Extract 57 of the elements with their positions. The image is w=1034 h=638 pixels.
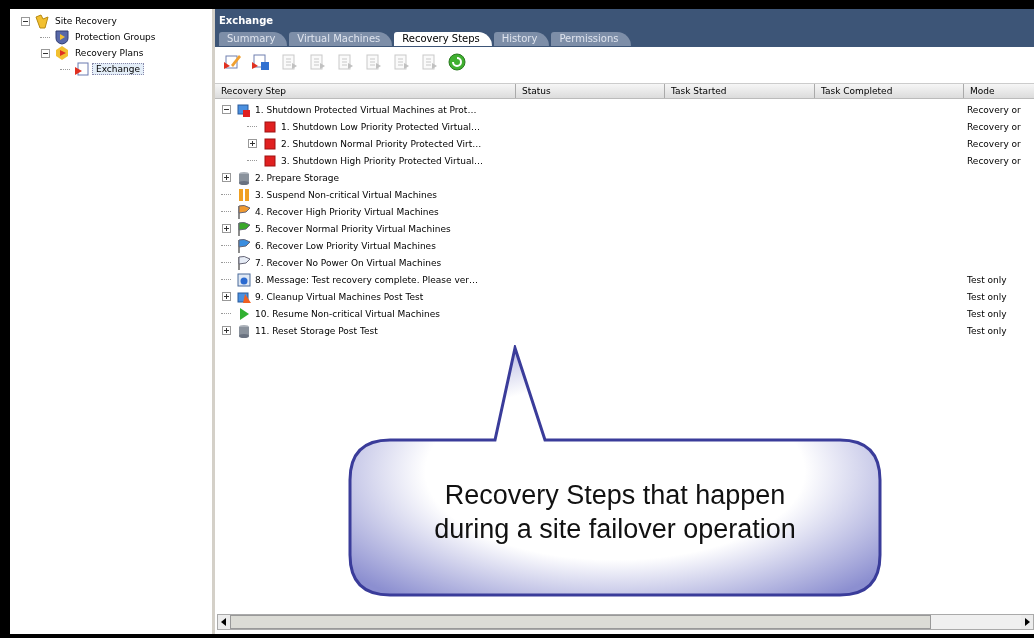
collapse-icon[interactable] (40, 48, 50, 58)
horizontal-scrollbar[interactable] (217, 614, 1034, 630)
table-cell: Recovery or (967, 138, 1021, 149)
step-label[interactable]: 10. Resume Non-critical Virtual Machines (255, 308, 440, 319)
collapse-icon[interactable] (20, 16, 30, 26)
document-icon (307, 52, 327, 72)
step-label[interactable]: 6. Recover Low Priority Virtual Machines (255, 240, 436, 251)
expand-icon[interactable] (221, 173, 231, 182)
step-label[interactable]: 1. Shutdown Protected Virtual Machines at Prot… (255, 104, 477, 115)
document-icon (335, 52, 355, 72)
step-label[interactable]: 2. Shutdown Normal Priority Protected Virt… (281, 138, 482, 149)
step-label[interactable]: 4. Recover High Priority Virtual Machines (255, 206, 439, 217)
document-icon (279, 52, 299, 72)
refresh-icon (447, 52, 467, 72)
step-label[interactable]: 3. Suspend Non-critical Virtual Machines (255, 189, 437, 200)
tree-item[interactable]: Recovery Plans (72, 48, 147, 58)
step-label[interactable]: 2. Prepare Storage (255, 172, 340, 183)
column-header[interactable]: Mode (963, 84, 1034, 98)
tree-item[interactable]: Exchange (92, 63, 144, 75)
table-cell: Test only (967, 308, 1007, 319)
step-label[interactable]: 8. Message: Test recovery complete. Please ver… (255, 274, 478, 285)
document-icon (419, 52, 439, 72)
step-label[interactable]: 5. Recover Normal Priority Virtual Machines (255, 223, 451, 234)
callout-text: Recovery Steps that happen during a site failover operation (433, 479, 797, 546)
panel-title: Exchange (219, 15, 275, 26)
scroll-right-icon[interactable] (1024, 618, 1030, 626)
column-header[interactable]: Recovery Step (215, 84, 515, 98)
expand-icon[interactable] (221, 326, 231, 335)
add-icon (251, 52, 271, 72)
step-label[interactable]: 9. Cleanup Virtual Machines Post Test (255, 291, 424, 302)
tree-item[interactable]: Protection Groups (72, 32, 159, 42)
step-label[interactable]: 7. Recover No Power On Virtual Machines (255, 257, 442, 268)
expand-icon[interactable] (221, 292, 231, 301)
document-icon (391, 52, 411, 72)
step-label[interactable]: 1. Shutdown Low Priority Protected Virtual… (281, 121, 481, 132)
edit-icon (223, 52, 243, 72)
expand-icon[interactable] (221, 224, 231, 233)
column-header[interactable]: Task Completed (814, 84, 963, 98)
collapse-icon[interactable] (221, 105, 231, 114)
column-header[interactable]: Task Started (664, 84, 814, 98)
table-cell: Test only (967, 291, 1007, 302)
table-cell: Test only (967, 325, 1007, 336)
step-label[interactable]: 3. Shutdown High Priority Protected Virtual… (281, 155, 484, 166)
step-label[interactable]: 11. Reset Storage Post Test (255, 325, 378, 336)
document-icon (363, 52, 383, 72)
tab[interactable]: Recovery Steps (394, 32, 492, 46)
table-cell: Recovery or (967, 121, 1021, 132)
tree-item[interactable]: Site Recovery (52, 16, 120, 26)
toolbar-button[interactable] (223, 52, 243, 72)
column-header[interactable]: Status (515, 84, 664, 98)
expand-icon[interactable] (247, 139, 257, 148)
table-cell: Test only (967, 274, 1007, 285)
toolbar-button[interactable] (447, 52, 467, 72)
toolbar-button[interactable] (251, 52, 271, 72)
table-cell: Recovery or (967, 155, 1021, 166)
table-cell: Recovery or (967, 104, 1021, 115)
scroll-left-icon[interactable] (221, 618, 227, 626)
